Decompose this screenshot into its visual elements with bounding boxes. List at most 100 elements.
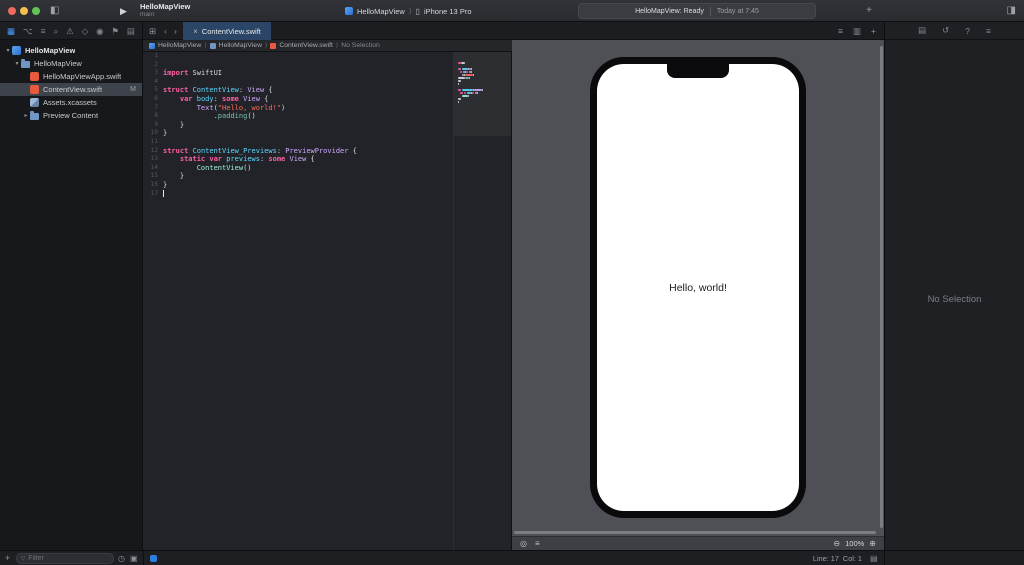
- line-number[interactable]: 4: [143, 78, 163, 87]
- zoom-out-button[interactable]: ⊖: [833, 537, 840, 551]
- find-navigator-icon[interactable]: ⌕: [53, 22, 58, 40]
- line-number[interactable]: 12: [143, 147, 163, 156]
- scheme-name[interactable]: HelloMapView: [357, 7, 405, 16]
- line-col-indicator: Line: 17 Col: 1: [812, 554, 862, 563]
- minimize-window-button[interactable]: [20, 7, 28, 15]
- notch: [667, 64, 729, 78]
- close-window-button[interactable]: [8, 7, 16, 15]
- run-button[interactable]: ▶: [120, 0, 127, 22]
- file-row-hellomapviewapp-swift[interactable]: HelloMapViewApp.swift: [0, 70, 142, 83]
- related-items-icon[interactable]: ⊞: [149, 22, 156, 40]
- line-number[interactable]: 7: [143, 104, 163, 113]
- adjust-editor-options-icon[interactable]: ≡: [838, 26, 843, 36]
- inspector-toggle-icon[interactable]: ◨: [1007, 0, 1016, 22]
- line-number[interactable]: 6: [143, 95, 163, 104]
- iphone-13-pro-preview[interactable]: Hello, world!: [590, 57, 806, 518]
- library-button[interactable]: +: [866, 0, 872, 22]
- file-row-assets-xcassets[interactable]: Assets.xcassets: [0, 96, 142, 109]
- line-number[interactable]: 2: [143, 61, 163, 70]
- editor-tab-bar: ⊞ ‹ › × ContentView.swift ≡ ▥ +: [143, 22, 884, 40]
- file-row-hellomapview[interactable]: ▾ HelloMapView: [0, 44, 142, 57]
- file-label: HelloMapView: [34, 59, 82, 68]
- quick-help-inspector-icon[interactable]: ?: [965, 26, 970, 36]
- filter-icon: ▽: [21, 555, 26, 562]
- zoom-level[interactable]: 100%: [845, 539, 864, 548]
- attributes-inspector-icon[interactable]: ≡: [986, 26, 991, 36]
- disclosure-icon[interactable]: ▾: [13, 60, 21, 67]
- scheme-selector[interactable]: HelloMapView ⟩ ▯ iPhone 13 Pro: [345, 0, 472, 22]
- file-inspector-icon[interactable]: ▤: [918, 25, 926, 36]
- line-number[interactable]: 9: [143, 121, 163, 130]
- line-number[interactable]: 16: [143, 181, 163, 190]
- navigator-toggle-icon[interactable]: ◧: [50, 0, 59, 22]
- disclosure-icon[interactable]: ▾: [4, 47, 12, 54]
- minimap-lines: [458, 56, 509, 107]
- code-text: Text("Hello, world!"): [163, 104, 286, 113]
- preview-list-icon[interactable]: ≡: [535, 537, 540, 551]
- bottom-status-icon[interactable]: [150, 555, 157, 562]
- breadcrumb-item-group[interactable]: HelloMapView: [219, 42, 262, 49]
- line-number[interactable]: 1: [143, 52, 163, 61]
- minimap-segment: [458, 101, 459, 103]
- minimap-segment: [474, 89, 482, 91]
- vertical-scrollbar[interactable]: [880, 46, 883, 528]
- code-token: :: [276, 146, 286, 155]
- zoom-window-button[interactable]: [32, 7, 40, 15]
- breakpoint-navigator-icon[interactable]: ⚑: [111, 22, 119, 40]
- code-text: }: [163, 181, 167, 190]
- source-control-navigator-icon[interactable]: ⌥: [23, 22, 33, 40]
- line-number[interactable]: 10: [143, 129, 163, 138]
- debug-navigator-icon[interactable]: ◉: [96, 22, 103, 40]
- close-icon[interactable]: ×: [193, 27, 198, 36]
- app-icon: [345, 7, 353, 15]
- filter-input[interactable]: [28, 555, 109, 562]
- code-editor[interactable]: 1 2 3 import SwiftUI 4 5 struct ContentView: V…: [143, 52, 512, 550]
- minimap[interactable]: [453, 52, 511, 550]
- source-control-filter-icon[interactable]: ▣: [130, 551, 138, 565]
- breadcrumb-item-project[interactable]: HelloMapView: [158, 42, 201, 49]
- project-name: HelloMapView: [140, 2, 191, 11]
- back-icon[interactable]: ‹: [164, 22, 167, 40]
- disclosure-icon[interactable]: ▸: [22, 112, 30, 119]
- report-navigator-icon[interactable]: ▤: [127, 22, 135, 40]
- code-text: }: [163, 172, 184, 181]
- code-token: }: [163, 172, 185, 181]
- test-navigator-icon[interactable]: ◇: [82, 22, 89, 40]
- add-file-button[interactable]: +: [5, 551, 10, 565]
- breadcrumb-item-file[interactable]: ContentView.swift: [279, 42, 333, 49]
- symbol-navigator-icon[interactable]: ≡: [41, 22, 46, 40]
- zoom-in-button[interactable]: ⊕: [869, 537, 876, 551]
- line-number[interactable]: 13: [143, 155, 163, 164]
- file-row-preview-content[interactable]: ▸ Preview Content: [0, 109, 142, 122]
- history-inspector-icon[interactable]: ↺: [942, 25, 949, 36]
- forward-icon[interactable]: ›: [174, 22, 177, 40]
- file-row-hellomapview[interactable]: ▾ HelloMapView: [0, 57, 142, 70]
- line-number[interactable]: 11: [143, 138, 163, 147]
- split-editor-icon[interactable]: ▥: [853, 26, 861, 37]
- line-number[interactable]: 17: [143, 190, 163, 199]
- line-number[interactable]: 8: [143, 112, 163, 121]
- file-label: ContentView.swift: [43, 85, 103, 94]
- project-navigator-icon[interactable]: ▦: [7, 22, 15, 40]
- tab-contentview-swift[interactable]: × ContentView.swift: [183, 22, 271, 40]
- issue-navigator-icon[interactable]: ⚠: [66, 22, 74, 40]
- assets-icon: [30, 98, 39, 107]
- filter-field[interactable]: ▽: [16, 553, 114, 564]
- line-number[interactable]: 3: [143, 69, 163, 78]
- run-destination[interactable]: iPhone 13 Pro: [424, 7, 472, 16]
- horizontal-scrollbar[interactable]: [514, 531, 876, 534]
- preview-pin-icon[interactable]: ◎: [520, 537, 527, 551]
- code-token: .: [163, 112, 218, 121]
- recent-files-filter-icon[interactable]: ◷: [118, 551, 125, 565]
- line-number[interactable]: 5: [143, 86, 163, 95]
- breadcrumb-item-selection[interactable]: No Selection: [341, 42, 380, 49]
- code-token: ContentView_Previews: [192, 146, 277, 155]
- line-number[interactable]: 14: [143, 164, 163, 173]
- line-number[interactable]: 15: [143, 172, 163, 181]
- editor-settings-icon[interactable]: ▤: [870, 551, 878, 565]
- add-editor-icon[interactable]: +: [871, 26, 876, 36]
- file-row-contentview-swift[interactable]: ContentView.swift M: [0, 83, 142, 96]
